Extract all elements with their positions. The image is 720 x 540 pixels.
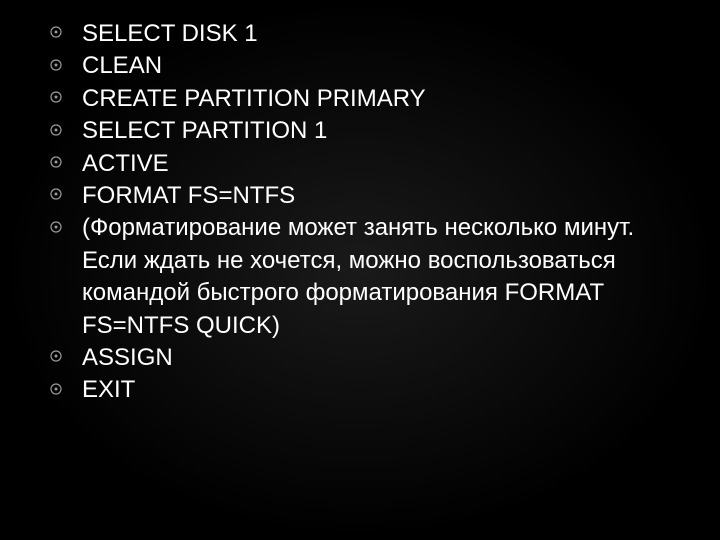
list-item: CLEAN <box>50 50 670 82</box>
bullet-icon <box>50 156 62 168</box>
bullet-icon <box>50 188 62 200</box>
bullet-icon <box>50 221 62 233</box>
bullet-icon <box>50 59 62 71</box>
item-text: FORMAT FS=NTFS <box>82 180 670 212</box>
list-item: SELECT PARTITION 1 <box>50 115 670 147</box>
item-text: (Форматирование может занять несколько м… <box>82 212 670 342</box>
item-text: ACTIVE <box>82 148 670 180</box>
item-text: CREATE PARTITION PRIMARY <box>82 83 670 115</box>
item-text: ASSIGN <box>82 342 670 374</box>
list-item: SELECT DISK 1 <box>50 18 670 50</box>
bullet-icon <box>50 350 62 362</box>
bullet-icon <box>50 91 62 103</box>
item-text: CLEAN <box>82 50 670 82</box>
item-text: EXIT <box>82 374 670 406</box>
item-text: SELECT PARTITION 1 <box>82 115 670 147</box>
list-item: FORMAT FS=NTFS <box>50 180 670 212</box>
list-item: EXIT <box>50 374 670 406</box>
list-item: CREATE PARTITION PRIMARY <box>50 83 670 115</box>
list-item: (Форматирование может занять несколько м… <box>50 212 670 342</box>
bullet-icon <box>50 383 62 395</box>
list-item: ASSIGN <box>50 342 670 374</box>
bullet-icon <box>50 124 62 136</box>
list-item: ACTIVE <box>50 148 670 180</box>
command-list: SELECT DISK 1 CLEAN CREATE PARTITION PRI… <box>50 18 670 407</box>
item-text: SELECT DISK 1 <box>82 18 670 50</box>
bullet-icon <box>50 26 62 38</box>
